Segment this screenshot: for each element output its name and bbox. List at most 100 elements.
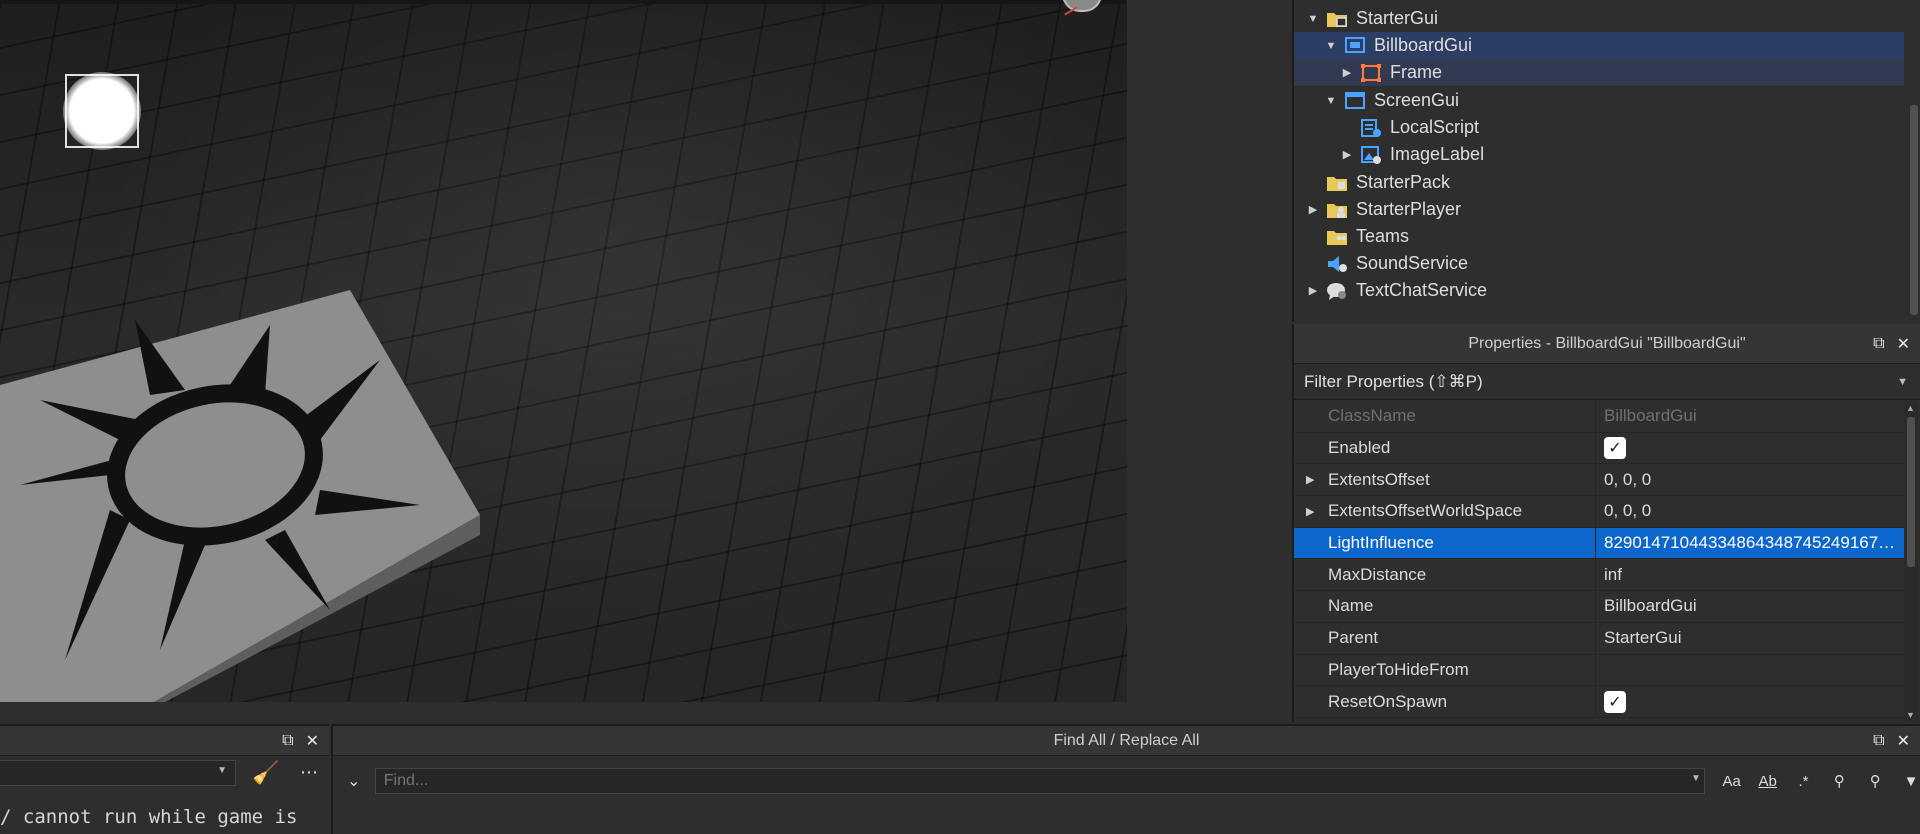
viewport-side-gap: [1127, 0, 1292, 722]
properties-title: Properties - BillboardGui "BillboardGui": [1468, 334, 1746, 352]
close-icon[interactable]: ✕: [306, 731, 319, 751]
chevron-down-icon[interactable]: ▼: [1691, 773, 1701, 784]
reset-on-spawn-checkbox[interactable]: ✓: [1604, 690, 1626, 713]
tree-item-label: BillboardGui: [1374, 35, 1473, 55]
find-replace-panel: Find All / Replace All ⧉ ✕ ⌄ ▼ Aa Ab .* …: [331, 724, 1920, 834]
find-in-selection-icon[interactable]: ⚲: [1830, 772, 1848, 790]
tree-item-startergui[interactable]: ▼ StarterGui: [1294, 5, 1904, 32]
expand-arrow-icon[interactable]: ▼: [1324, 95, 1338, 107]
filter-icon[interactable]: ▼: [1902, 773, 1920, 790]
image-label-icon: [1360, 145, 1382, 165]
tree-item-starterplayer[interactable]: ▶ StarterPlayer: [1294, 196, 1904, 223]
properties-header: Properties - BillboardGui "BillboardGui"…: [1294, 324, 1920, 364]
tree-item-label: LocalScript: [1390, 117, 1480, 137]
collapse-arrow-icon[interactable]: ▶: [1306, 203, 1320, 216]
property-row-maxdistance[interactable]: MaxDistance inf: [1294, 559, 1904, 592]
viewport-3d[interactable]: [0, 0, 1127, 702]
match-case-toggle[interactable]: Aa: [1723, 773, 1741, 790]
find-bar: ⌄ ▼ Aa Ab .* ⚲ ⚲ ▼: [333, 764, 1920, 798]
property-value[interactable]: StarterGui: [1596, 623, 1904, 654]
scroll-up-icon[interactable]: ▲: [1906, 403, 1915, 413]
properties-panel: Properties - BillboardGui "BillboardGui"…: [1292, 324, 1920, 722]
whole-word-toggle[interactable]: Ab: [1759, 773, 1777, 790]
tree-item-soundservice[interactable]: SoundService: [1294, 250, 1904, 277]
property-value: BillboardGui: [1604, 406, 1697, 426]
tree-item-screengui[interactable]: ▼ ScreenGui: [1294, 87, 1904, 114]
explorer-scrollbar[interactable]: [1910, 105, 1918, 315]
undock-icon[interactable]: ⧉: [282, 732, 293, 750]
enabled-checkbox[interactable]: ✓: [1604, 437, 1626, 460]
tree-item-billboardgui[interactable]: ▼ BillboardGui: [1294, 32, 1904, 59]
property-value[interactable]: 0, 0, 0: [1596, 464, 1904, 495]
expand-arrow-icon[interactable]: ▼: [1324, 40, 1338, 52]
output-panel: ⧉ ✕ ▼ 🧹 ⋯ / cannot run while game is: [0, 724, 329, 834]
toggle-replace-chevron-icon[interactable]: ⌄: [339, 771, 369, 791]
expand-arrow-icon[interactable]: ▶: [1306, 505, 1314, 518]
folder-pack-icon: [1326, 173, 1348, 193]
property-name: Enabled: [1294, 432, 1596, 464]
tree-item-localscript[interactable]: LocalScript: [1294, 114, 1904, 141]
chevron-down-icon[interactable]: ▼: [217, 765, 227, 776]
tree-item-imagelabel[interactable]: ▶ ImageLabel: [1294, 141, 1904, 168]
close-icon[interactable]: ✕: [1897, 334, 1910, 354]
property-row-extentsoffset[interactable]: ▶ ExtentsOffset 0, 0, 0: [1294, 464, 1904, 497]
viewport-bottom-gap: [0, 702, 1127, 722]
collapse-arrow-icon[interactable]: ▶: [1306, 284, 1320, 297]
property-value[interactable]: BillboardGui: [1596, 591, 1904, 622]
property-name: ResetOnSpawn: [1294, 686, 1596, 717]
tree-item-label: StarterGui: [1356, 8, 1439, 28]
properties-scrollbar[interactable]: ▲ ▼: [1904, 401, 1918, 722]
sun-decal-part[interactable]: [0, 290, 490, 702]
tree-item-label: Frame: [1390, 62, 1443, 82]
undock-icon[interactable]: ⧉: [1873, 732, 1884, 750]
property-value[interactable]: inf: [1596, 559, 1904, 590]
expand-arrow-icon[interactable]: ▶: [1306, 473, 1314, 486]
find-input[interactable]: [374, 768, 1705, 794]
tree-item-textchatservice[interactable]: ▶ TextChatService: [1294, 277, 1904, 304]
scrollbar-thumb[interactable]: [1907, 417, 1915, 567]
property-row-playertohidefrom[interactable]: PlayerToHideFrom: [1294, 654, 1904, 687]
output-filter-select[interactable]: ▼: [0, 760, 236, 786]
property-value[interactable]: 82901471044334864348745249167…: [1596, 527, 1904, 559]
property-row-enabled[interactable]: Enabled ✓: [1294, 432, 1904, 465]
explorer-panel: ▼ StarterGui ▼ BillboardGui ▶ Frame ▼ Sc…: [1292, 0, 1920, 322]
folder-gui-icon: [1326, 9, 1348, 29]
filter-properties-input[interactable]: Filter Properties (⇧⌘P) ▼: [1294, 364, 1920, 400]
scroll-down-icon[interactable]: ▼: [1906, 710, 1915, 720]
property-row-name[interactable]: Name BillboardGui: [1294, 591, 1904, 623]
text-chat-icon: [1326, 281, 1348, 301]
expand-arrow-icon[interactable]: ▼: [1306, 13, 1320, 25]
chevron-down-icon[interactable]: ▼: [1897, 376, 1908, 388]
tree-item-starterpack[interactable]: StarterPack: [1294, 169, 1904, 196]
regex-toggle[interactable]: .*: [1795, 773, 1813, 790]
collapse-arrow-icon[interactable]: ▶: [1340, 66, 1354, 79]
properties-table: ClassName BillboardGui Enabled ✓ ▶ Extent…: [1294, 401, 1904, 718]
undock-icon[interactable]: ⧉: [1873, 335, 1884, 353]
close-icon[interactable]: ✕: [1897, 731, 1910, 751]
billboard-gui-icon: [1344, 36, 1366, 56]
tree-item-frame[interactable]: ▶ Frame: [1294, 59, 1904, 86]
tree-item-label: StarterPack: [1356, 172, 1451, 192]
property-row-extentsoffsetworldspace[interactable]: ▶ ExtentsOffsetWorldSpace 0, 0, 0: [1294, 496, 1904, 528]
property-name: PlayerToHideFrom: [1294, 654, 1596, 686]
property-row-classname[interactable]: ClassName BillboardGui: [1294, 401, 1904, 433]
output-toolbar: ▼ 🧹 ⋯: [0, 756, 329, 792]
property-row-parent[interactable]: Parent StarterGui: [1294, 622, 1904, 655]
clear-output-broom-icon[interactable]: 🧹: [252, 760, 279, 786]
tree-item-teams[interactable]: Teams: [1294, 223, 1904, 250]
property-value[interactable]: [1596, 655, 1904, 686]
property-row-lightinfluence[interactable]: LightInfluence 8290147104433486434874524…: [1294, 527, 1904, 560]
find-header: Find All / Replace All ⧉ ✕: [333, 726, 1920, 756]
property-value[interactable]: 0, 0, 0: [1596, 496, 1904, 527]
property-name: Parent: [1294, 622, 1596, 654]
more-options-icon[interactable]: ⋯: [300, 762, 318, 783]
property-name: MaxDistance: [1294, 559, 1596, 591]
output-header: ⧉ ✕: [0, 726, 329, 756]
collapse-arrow-icon[interactable]: ▶: [1340, 148, 1354, 161]
output-log-line: / cannot run while game is: [0, 806, 298, 828]
property-row-resetonspawn[interactable]: ResetOnSpawn ✓: [1294, 686, 1904, 718]
filter-placeholder: Filter Properties (⇧⌘P): [1304, 371, 1483, 391]
billboard-sun-preview[interactable]: [63, 72, 141, 150]
find-options-icon[interactable]: ⚲: [1866, 772, 1884, 790]
tree-item-label: Teams: [1356, 226, 1410, 246]
